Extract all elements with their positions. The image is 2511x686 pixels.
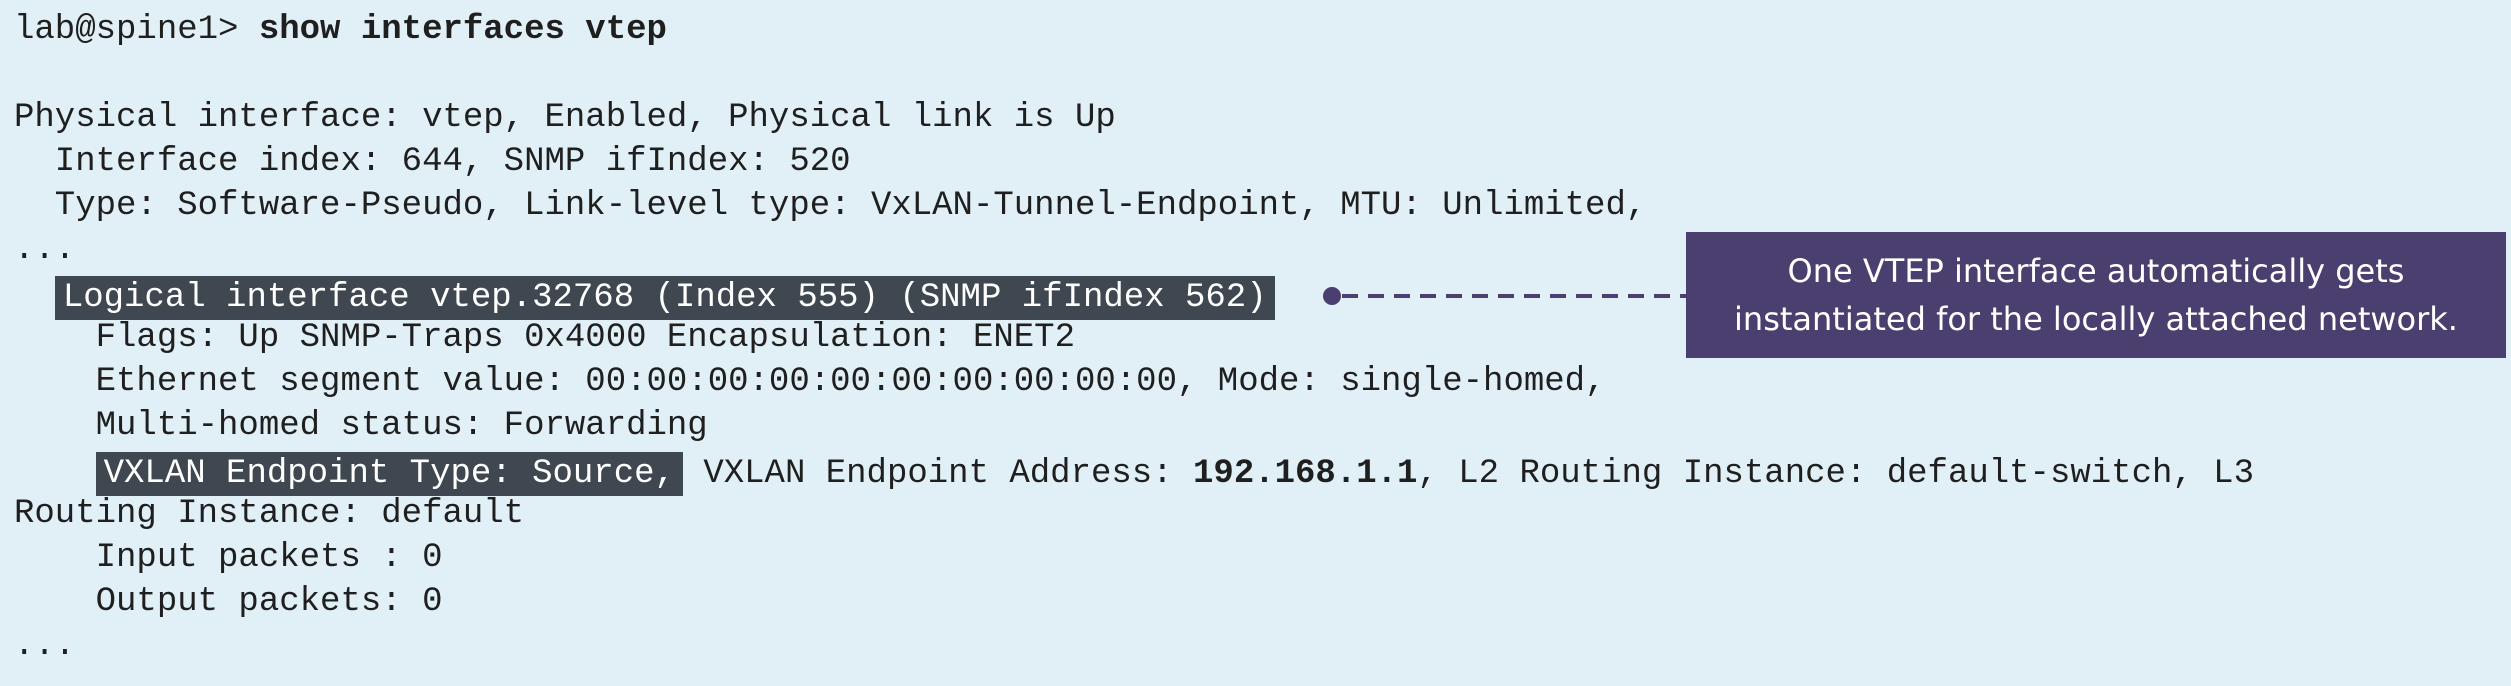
command-text: show interfaces vtep (258, 11, 667, 49)
input-packets-line: Input packets : 0 (14, 539, 443, 577)
shell-prompt: lab@spine1> (14, 11, 259, 49)
logical-indent (14, 279, 55, 317)
routing-instance-line: Routing Instance: default (14, 495, 525, 533)
physical-interface-line: Physical interface: vtep, Enabled, Physi… (14, 99, 1116, 137)
connector-dot-icon (1323, 287, 1341, 305)
vxlan-address-label: VXLAN Endpoint Address: (682, 455, 1194, 493)
callout-line-1: One VTEP interface automatically gets (1787, 252, 2405, 290)
logical-interface-highlight: Logical interface vtep.32768 (Index 555)… (54, 276, 1275, 320)
vxlan-routing-instance: , L2 Routing Instance: default-switch, L… (1417, 455, 2254, 493)
callout-line-2: instantiated for the locally attached ne… (1734, 300, 2458, 338)
callout-connector (1323, 287, 1686, 305)
vxlan-indent (14, 455, 96, 493)
output-packets-line: Output packets: 0 (14, 583, 443, 621)
vtep-callout: One VTEP interface automatically gets in… (1686, 232, 2506, 358)
vxlan-address-value: 192.168.1.1 (1193, 455, 1418, 493)
ellipsis-line: ... (14, 231, 76, 269)
ellipsis-line-end: ... (14, 627, 76, 665)
vxlan-endpoint-type-highlight: VXLAN Endpoint Type: Source, (95, 452, 683, 496)
flags-line: Flags: Up SNMP-Traps 0x4000 Encapsulatio… (14, 319, 1075, 357)
logical-interface-line: Logical interface vtep.32768 (Index 555)… (14, 276, 1275, 320)
esi-line: Ethernet segment value: 00:00:00:00:00:0… (14, 363, 1606, 401)
command-line: lab@spine1> show interfaces vtep (14, 10, 667, 50)
multihomed-status-line: Multi-homed status: Forwarding (14, 407, 708, 445)
vxlan-endpoint-line: VXLAN Endpoint Type: Source, VXLAN Endpo… (14, 452, 2254, 496)
type-line: Type: Software-Pseudo, Link-level type: … (14, 187, 1647, 225)
interface-index-line: Interface index: 644, SNMP ifIndex: 520 (14, 143, 851, 181)
